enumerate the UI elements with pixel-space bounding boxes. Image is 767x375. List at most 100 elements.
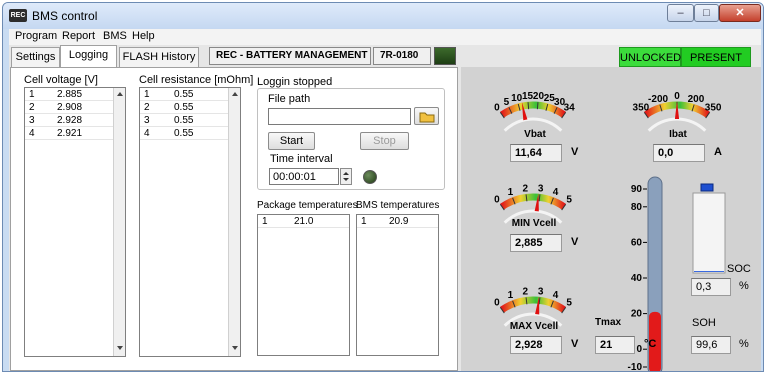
tmax-unit: °C — [644, 338, 657, 350]
stop-button[interactable]: Stop — [360, 132, 409, 150]
min_vcell-tick-label: 1 — [508, 187, 514, 198]
ibat-tick-label: 350 — [705, 102, 722, 113]
thermometer-tick-label: 60 — [631, 237, 643, 248]
max-vcell-value: 2,928 — [510, 336, 562, 354]
vbat-value: 11,64 — [510, 144, 562, 162]
min-vcell-label: MIN Vcell — [511, 218, 557, 229]
max_vcell-tick-label: 2 — [523, 286, 529, 297]
vbat-tick — [527, 102, 530, 110]
time-interval-label: Time interval — [270, 153, 333, 165]
scroll-up-icon — [117, 92, 123, 96]
menu-bar: Program Report BMS Help — [9, 29, 761, 45]
menu-help[interactable]: Help — [132, 30, 155, 42]
thermometer-tick-label: 80 — [631, 202, 643, 213]
tab-logging[interactable]: Logging — [60, 45, 117, 67]
spin-up-icon — [343, 172, 349, 175]
list-item: 4 0.55 — [140, 127, 228, 140]
cell-resistance-list[interactable]: 1 0.55 2 0.55 3 0.55 4 0.55 — [139, 87, 241, 357]
list-item: 1 21.0 — [258, 215, 349, 228]
ibat-label: Ibat — [669, 129, 687, 140]
thermometer-tick-label: 90 — [631, 184, 643, 195]
cell-voltage-list[interactable]: 1 2.885 2 2.908 3 2.928 4 2.921 — [24, 87, 126, 357]
title-bar[interactable]: REC BMS control – □ ✕ — [3, 3, 763, 29]
max-vcell-unit: V — [571, 338, 579, 350]
soh-label: SOH — [692, 317, 716, 329]
soc-fill — [694, 271, 724, 272]
start-button[interactable]: Start — [268, 132, 315, 150]
scroll-down-icon — [117, 346, 123, 350]
cell-voltage-label: Cell voltage [V] — [24, 74, 98, 86]
menu-report[interactable]: Report — [62, 30, 95, 42]
file-path-label: File path — [268, 93, 311, 105]
vbat-unit: V — [571, 146, 579, 158]
max-vcell-label: MAX Vcell — [509, 321, 559, 332]
max_vcell-tick-label: 4 — [553, 290, 559, 301]
list-item: 3 0.55 — [140, 114, 228, 127]
thermometer-tick-label: 40 — [631, 273, 643, 284]
min-vcell-unit: V — [571, 236, 579, 248]
soc-cap-icon — [700, 183, 714, 192]
time-interval-input[interactable] — [269, 168, 339, 185]
scrollbar[interactable] — [228, 88, 240, 356]
vbat-tick-label: 15 — [522, 91, 534, 102]
presence-status-badge: PRESENT — [681, 47, 751, 67]
list-item: 2 2.908 — [25, 101, 113, 114]
soc-unit: % — [739, 280, 749, 292]
ibat-tick-label: -200 — [648, 94, 668, 105]
minimize-button[interactable]: – — [667, 4, 694, 22]
file-path-input[interactable] — [268, 108, 411, 125]
menu-bms[interactable]: BMS — [103, 30, 127, 42]
list-item: 1 0.55 — [140, 88, 228, 101]
tmax-value: 21 — [595, 336, 635, 354]
bms-temperatures-list[interactable]: 1 20.9 — [356, 214, 439, 356]
min_vcell-tick-label: 4 — [553, 187, 559, 198]
device-name: REC - BATTERY MANAGEMENT — [209, 47, 371, 65]
max_vcell-tick-label: 3 — [538, 286, 544, 297]
min_vcell-tick-label: 5 — [566, 194, 572, 205]
vbat-tick-label: 34 — [564, 102, 576, 113]
scroll-down-icon — [232, 346, 238, 350]
soh-value: 99,6 — [691, 336, 731, 354]
tab-settings[interactable]: Settings — [11, 47, 60, 67]
min_vcell-scale-arc — [500, 193, 566, 210]
min_vcell-tick-label: 2 — [523, 183, 529, 194]
tab-flash-history[interactable]: FLASH History — [119, 47, 199, 67]
list-item: 1 2.885 — [25, 88, 113, 101]
max_vcell-tick-label: 1 — [508, 290, 514, 301]
app-window: REC BMS control – □ ✕ Program Report BMS… — [2, 2, 764, 372]
max_vcell-tick-label: 0 — [494, 297, 500, 308]
maximize-button[interactable]: □ — [694, 4, 719, 22]
instrument-panel: 0 5 10 15 20 25 30 34 350 -200 0 200 350 0 1 2 3 4 5 0 1 2 3 4 5… — [461, 67, 761, 371]
soc-value: 0,3 — [691, 278, 731, 296]
vbat-tick — [536, 102, 539, 110]
ibat-tick-label: 200 — [688, 94, 705, 105]
menu-program[interactable]: Program — [15, 30, 57, 42]
soh-unit: % — [739, 338, 749, 350]
vbat-tick-label: 5 — [504, 97, 510, 108]
thermometer-tick-label: 20 — [631, 309, 643, 320]
folder-icon — [419, 112, 435, 123]
min-vcell-value: 2,885 — [510, 234, 562, 252]
max_vcell-scale-arc — [500, 296, 566, 313]
max_vcell-tick-label: 5 — [566, 297, 572, 308]
logging-tab-panel: Cell voltage [V] 1 2.885 2 2.908 3 2.928 42… — [10, 67, 458, 371]
vbat-tick-label: 0 — [494, 102, 500, 113]
soc-bar — [692, 192, 726, 274]
close-button[interactable]: ✕ — [719, 4, 761, 22]
tmax-label: Tmax — [594, 317, 622, 328]
spin-down-icon — [343, 178, 349, 181]
thermometer-tick-label: 0 — [636, 344, 642, 355]
logging-led-icon — [363, 170, 377, 184]
device-model: 7R-0180 — [373, 47, 431, 65]
browse-folder-button[interactable] — [414, 107, 439, 125]
list-item: 1 20.9 — [357, 215, 438, 228]
scrollbar[interactable] — [113, 88, 125, 356]
bms-temperatures-label: BMS temperatures — [356, 200, 440, 211]
package-temperatures-list[interactable]: 1 21.0 — [257, 214, 350, 356]
min_vcell-tick-label: 0 — [494, 194, 500, 205]
ibat-tick-label: 0 — [674, 91, 680, 102]
soc-label: SOC — [727, 263, 751, 275]
list-item: 2 0.55 — [140, 101, 228, 114]
vbat-label: Vbat — [524, 129, 546, 140]
time-interval-spinner[interactable] — [340, 168, 352, 185]
